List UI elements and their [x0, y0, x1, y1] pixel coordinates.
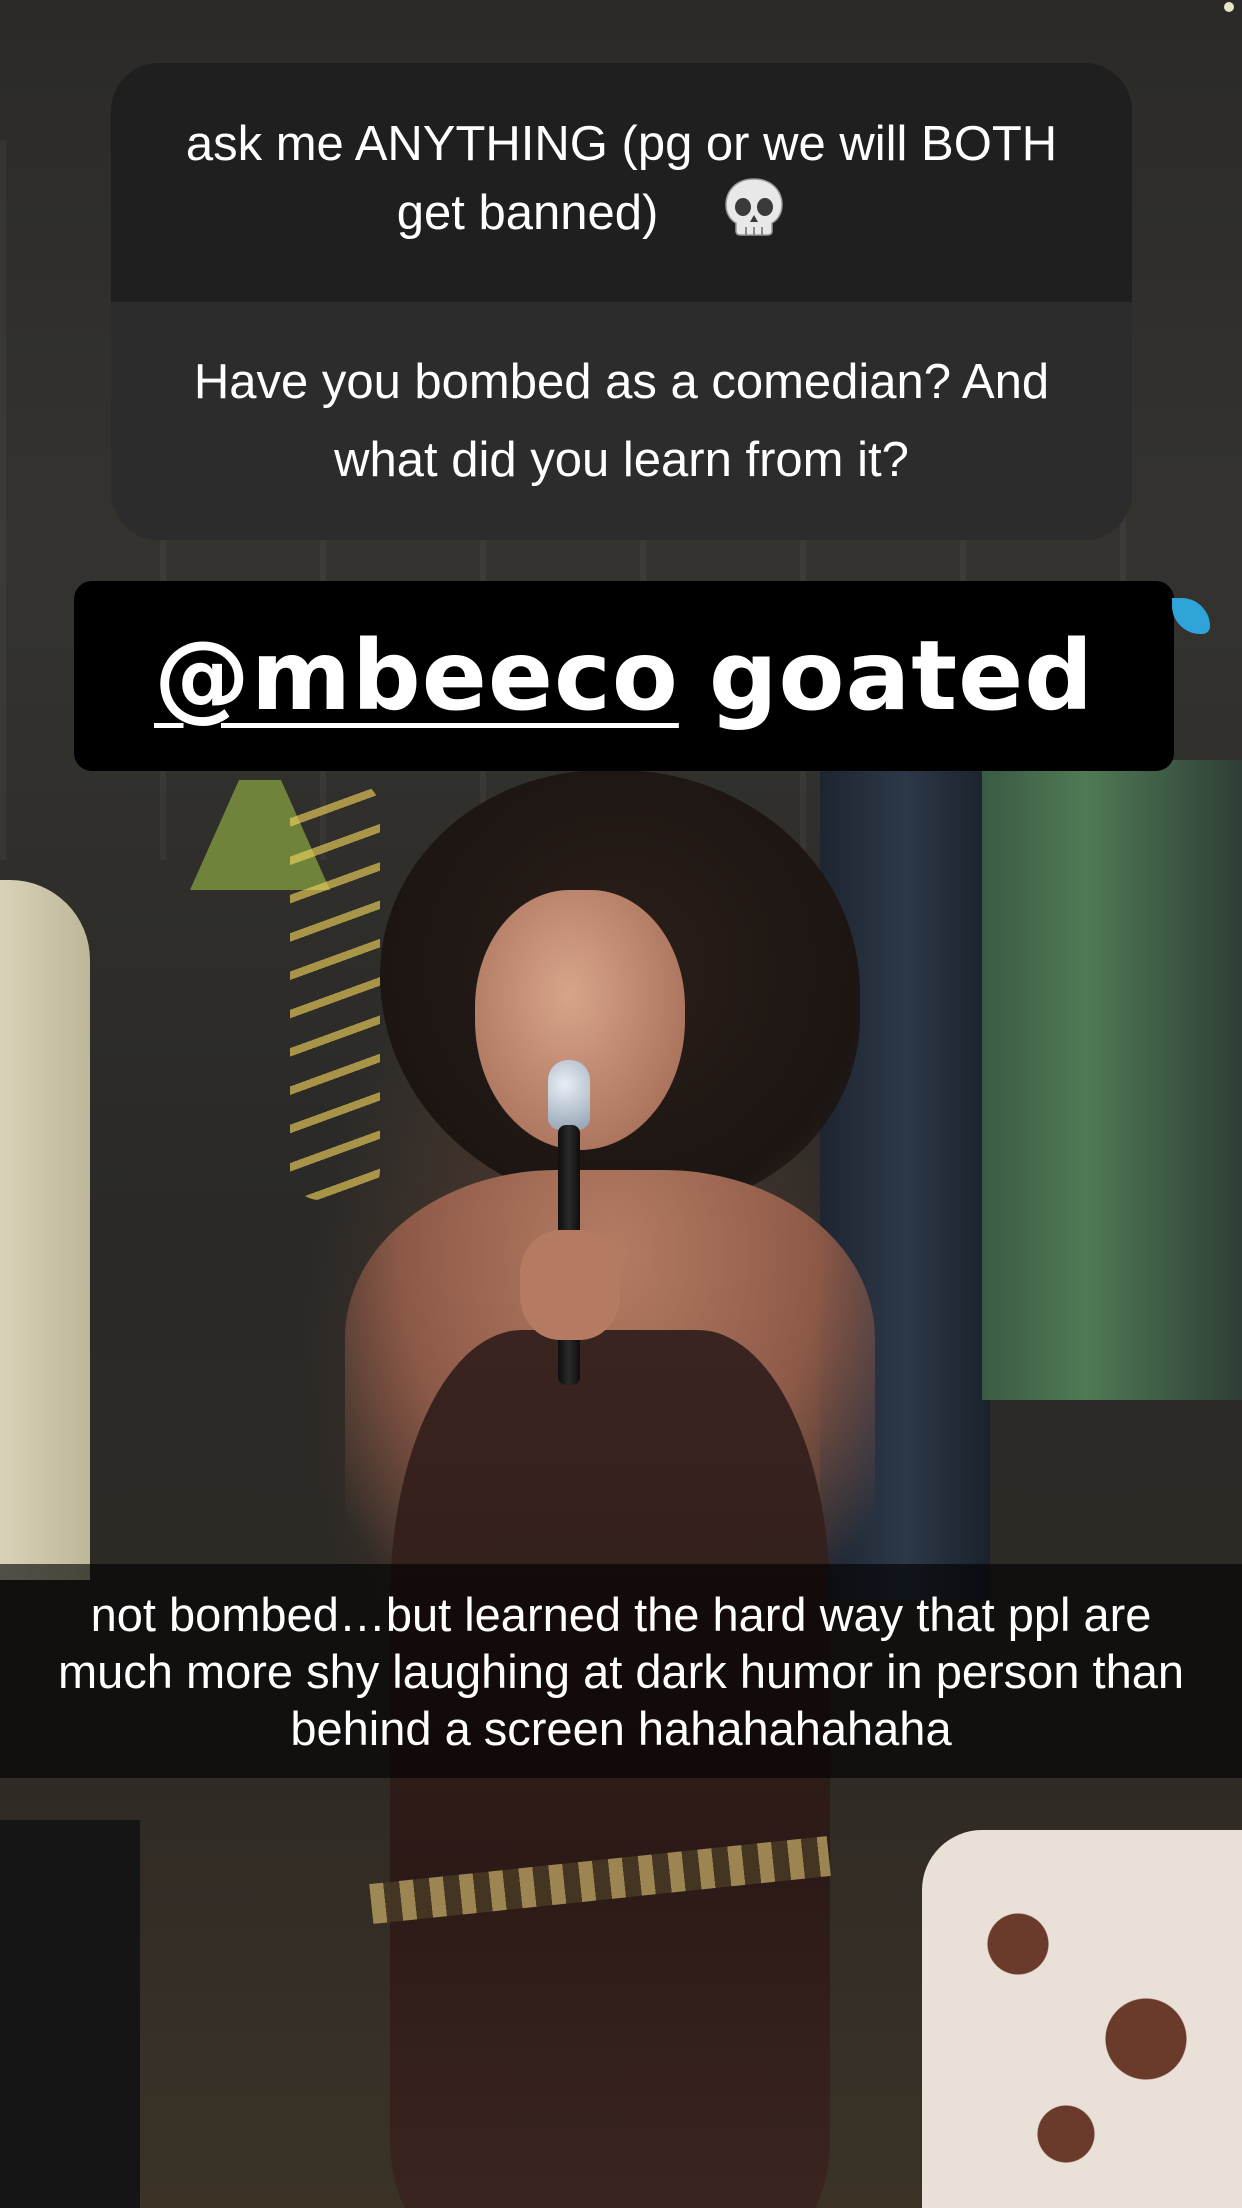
wall-arch: [0, 880, 90, 1580]
reply-caption: not bombed…but learned the hard way that…: [0, 1564, 1242, 1778]
microphone: [548, 1060, 590, 1130]
skull-icon: [662, 177, 846, 254]
performer-hand: [520, 1230, 620, 1340]
question-text: Have you bombed as a comedian? And what …: [193, 355, 1050, 487]
question-body: Have you bombed as a comedian? And what …: [111, 302, 1132, 540]
green-wall: [982, 760, 1242, 1400]
foreground-shadow: [0, 1820, 140, 2208]
cow-print-fabric: [922, 1830, 1242, 2208]
mention-tag[interactable]: @mbeeco goated: [74, 581, 1174, 771]
string-lights: [290, 780, 380, 1200]
question-sticker[interactable]: ask me ANYTHING (pg or we will BOTH get …: [111, 63, 1132, 540]
mention-handle-link[interactable]: @mbeeco: [154, 620, 679, 732]
question-prompt-text: ask me ANYTHING (pg or we will BOTH get …: [185, 117, 1058, 240]
light-dot: [1224, 2, 1234, 12]
reply-caption-text: not bombed…but learned the hard way that…: [57, 1587, 1184, 1755]
question-prompt-header: ask me ANYTHING (pg or we will BOTH get …: [111, 63, 1132, 302]
mention-text: goated: [708, 620, 1094, 732]
